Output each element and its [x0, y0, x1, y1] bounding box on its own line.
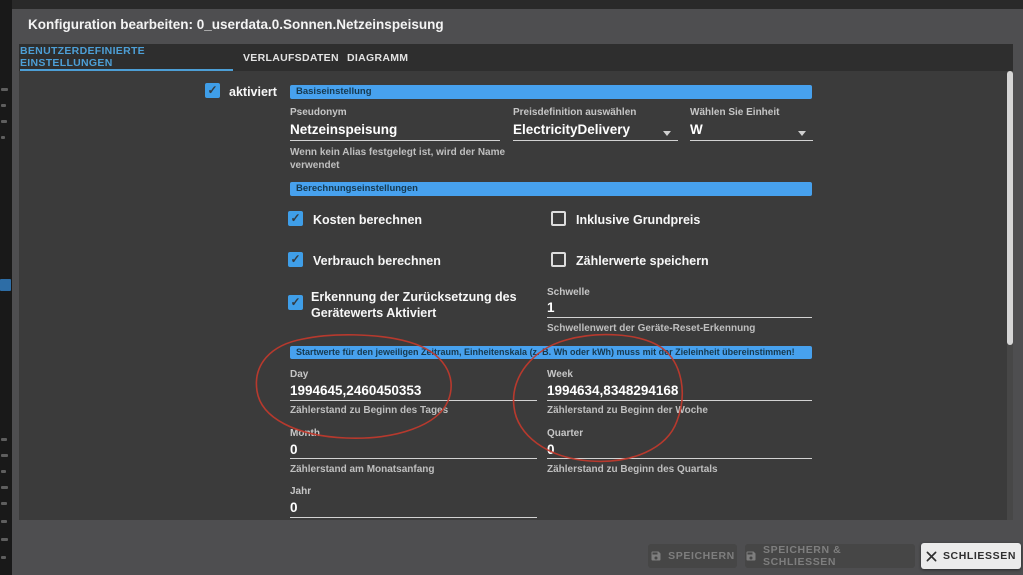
pseudonym-input-underline	[290, 140, 500, 141]
tab-diagram[interactable]: DIAGRAMM	[347, 44, 408, 71]
save-button[interactable]: SPEICHERN	[648, 544, 737, 568]
tab-custom-settings[interactable]: BENUTZERDEFINIERTE EINSTELLUNGEN	[20, 44, 233, 71]
threshold-label: Schwelle	[547, 287, 590, 298]
pseudonym-helper: Wenn kein Alias festgelegt ist, wird der…	[290, 146, 535, 172]
background-text-fragment	[1, 454, 8, 457]
quarter-underline	[547, 458, 812, 459]
quarter-helper: Zählerstand zu Beginn des Quartals	[547, 463, 718, 476]
tab-history-data[interactable]: VERLAUFSDATEN	[243, 44, 339, 71]
unit-select[interactable]: W	[690, 122, 703, 137]
close-button-label: SCHLIESSEN	[943, 550, 1016, 562]
background-selected-row-fragment	[0, 279, 11, 291]
chevron-down-icon[interactable]	[663, 131, 671, 136]
chevron-down-icon[interactable]	[798, 131, 806, 136]
save-and-close-button[interactable]: SPEICHERN & SCHLIESSEN	[745, 544, 915, 568]
unit-underline	[690, 140, 813, 141]
scrollbar-thumb[interactable]	[1007, 71, 1013, 345]
enabled-checkbox[interactable]	[205, 83, 220, 98]
price-definition-select[interactable]: ElectricityDelivery	[513, 122, 630, 137]
close-button[interactable]: SCHLIESSEN	[921, 543, 1021, 569]
pseudonym-label: Pseudonym	[290, 107, 347, 118]
background-text-fragment	[1, 104, 6, 107]
year-underline	[290, 517, 537, 518]
month-helper: Zählerstand am Monatsanfang	[290, 463, 434, 476]
save-icon	[745, 550, 757, 562]
unit-label: Wählen Sie Einheit	[690, 107, 779, 118]
calc-costs-checkbox[interactable]	[288, 211, 303, 226]
threshold-underline	[547, 317, 812, 318]
threshold-input[interactable]: 1	[547, 300, 555, 315]
background-text-fragment	[1, 520, 7, 523]
pseudonym-input[interactable]: Netzeinspeisung	[290, 122, 397, 137]
background-text-fragment	[1, 502, 7, 505]
day-input[interactable]: 1994645,2460450353	[290, 383, 421, 398]
background-text-fragment	[1, 486, 8, 489]
day-label: Day	[290, 369, 308, 380]
base-price-checkbox[interactable]	[551, 211, 566, 226]
calc-costs-label: Kosten berechnen	[313, 212, 422, 228]
calc-consumption-checkbox[interactable]	[288, 252, 303, 267]
week-label: Week	[547, 369, 573, 380]
background-text-fragment	[1, 556, 6, 559]
threshold-helper: Schwellenwert der Geräte-Reset-Erkennung	[547, 322, 755, 335]
week-helper: Zählerstand zu Beginn der Woche	[547, 404, 708, 417]
day-underline	[290, 400, 537, 401]
section-header-start-values: Startwerte für den jeweiligen Zeitraum, …	[290, 346, 812, 359]
background-text-fragment	[1, 438, 7, 441]
reset-detection-label: Erkennung der Zurücksetzung des Gerätewe…	[311, 289, 536, 321]
background-text-fragment	[1, 120, 7, 123]
month-input[interactable]: 0	[290, 442, 298, 457]
background-text-fragment	[1, 136, 5, 139]
save-meter-values-checkbox[interactable]	[551, 252, 566, 267]
dialog-title: Konfiguration bearbeiten: 0_userdata.0.S…	[28, 17, 444, 32]
close-icon	[926, 551, 937, 562]
section-header-base: Basiseinstellung	[290, 85, 812, 99]
price-definition-label: Preisdefinition auswählen	[513, 107, 636, 118]
price-definition-underline	[513, 140, 678, 141]
enabled-checkbox-label: aktiviert	[229, 84, 277, 100]
background-text-fragment	[1, 470, 6, 473]
month-label: Month	[290, 428, 320, 439]
reset-detection-checkbox[interactable]	[288, 295, 303, 310]
save-button-label: SPEICHERN	[668, 550, 735, 562]
quarter-label: Quarter	[547, 428, 583, 439]
save-icon	[650, 550, 662, 562]
month-underline	[290, 458, 537, 459]
background-text-fragment	[1, 88, 8, 91]
year-input[interactable]: 0	[290, 500, 298, 515]
save-and-close-button-label: SPEICHERN & SCHLIESSEN	[763, 544, 915, 568]
year-label: Jahr	[290, 486, 311, 497]
calc-consumption-label: Verbrauch berechnen	[313, 253, 441, 269]
quarter-input[interactable]: 0	[547, 442, 555, 457]
background-app-strip	[0, 0, 12, 575]
week-underline	[547, 400, 812, 401]
day-helper: Zählerstand zu Beginn des Tages	[290, 404, 448, 417]
base-price-label: Inklusive Grundpreis	[576, 212, 700, 228]
save-meter-values-label: Zählerwerte speichern	[576, 253, 709, 269]
background-text-fragment	[1, 538, 8, 541]
section-header-calc: Berechnungseinstellungen	[290, 182, 812, 196]
screen: Konfiguration bearbeiten: 0_userdata.0.S…	[0, 0, 1023, 575]
backdrop	[12, 0, 1023, 9]
week-input[interactable]: 1994634,8348294168	[547, 383, 678, 398]
